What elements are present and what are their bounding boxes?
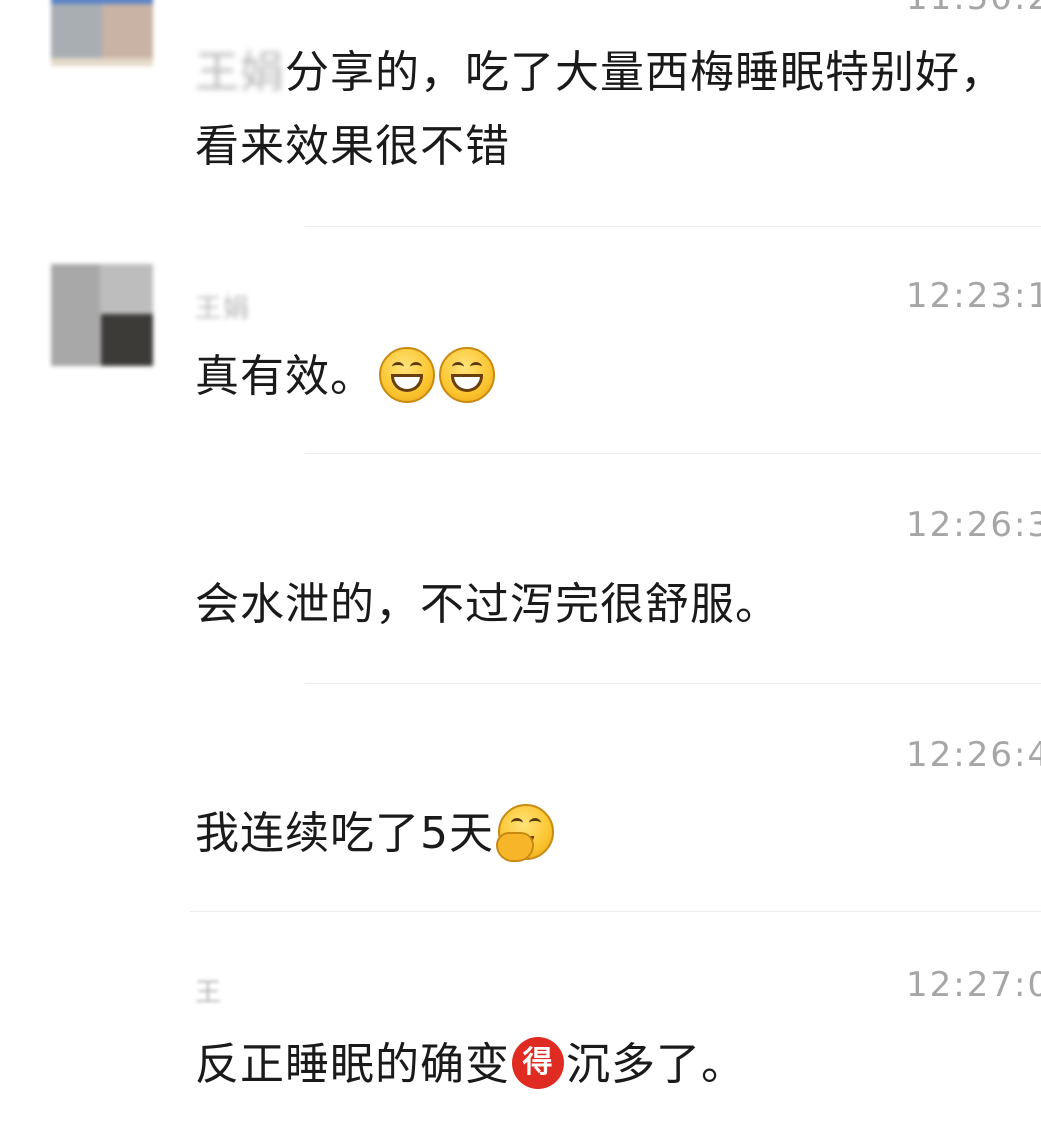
message-text: 会水泄的，不过泻完很舒服。 [195, 579, 780, 630]
divider [305, 683, 1041, 684]
grinning-icon [379, 347, 435, 403]
grinning-icon [439, 347, 495, 403]
thinking-icon [496, 804, 554, 862]
sender-name: 王 [195, 978, 224, 1008]
redacted-name: 王娟 [195, 47, 285, 98]
message-text: 我连续吃了5天 [195, 797, 1030, 871]
divider [305, 226, 1041, 227]
message-text: 反正睡眠的确变得沉多了。 [195, 1028, 1030, 1102]
sender-name: 王娟 [195, 294, 252, 324]
message-text: 真有效。 [195, 340, 1030, 414]
message-text-body: 真有效。 [195, 351, 375, 402]
message-time: 11:50:2 [906, 0, 1041, 18]
message-text-body: 反正睡眠的确变 [195, 1039, 510, 1090]
message-time: 12:23:17 [906, 276, 1041, 316]
message-text-body: 我连续吃了5天 [195, 808, 494, 859]
divider [305, 453, 1041, 454]
message-time: 12:27:00 [906, 965, 1041, 1005]
message-text-body: 分享的，吃了大量西梅睡眠特别好，看来效果很不错 [195, 47, 1005, 172]
message-text: 王娟分享的，吃了大量西梅睡眠特别好，看来效果很不错 [195, 36, 1030, 184]
highlight-badge: 得 [512, 1037, 564, 1089]
avatar[interactable] [51, 0, 153, 66]
message-time: 12:26:44 [906, 735, 1041, 775]
divider [190, 911, 1041, 912]
message-time: 12:26:33 [906, 505, 1041, 545]
message-text-tail: 沉多了。 [566, 1039, 746, 1090]
avatar[interactable] [51, 264, 153, 366]
